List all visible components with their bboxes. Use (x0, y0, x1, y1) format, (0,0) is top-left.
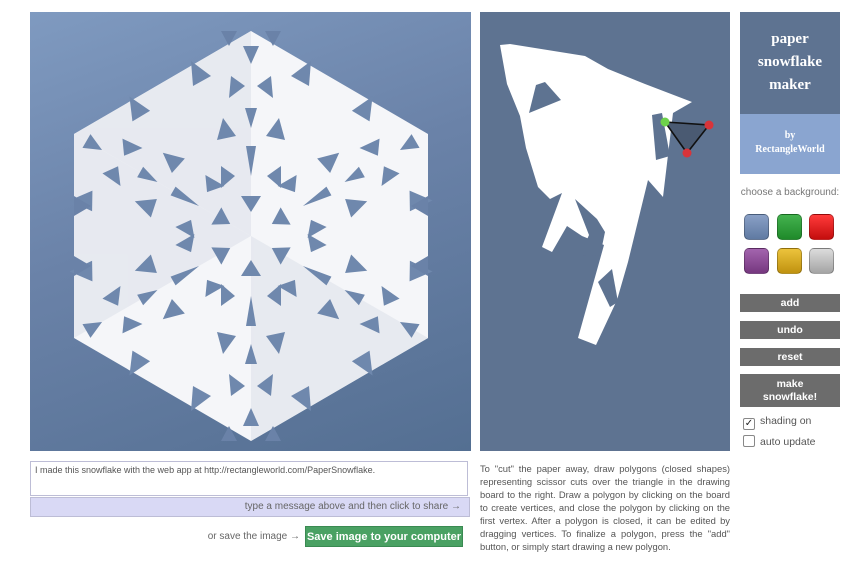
reset-button[interactable]: reset (740, 348, 840, 366)
auto-update-option[interactable]: auto update (743, 435, 815, 448)
save-hint: or save the image → (207, 531, 300, 542)
byline[interactable]: by RectangleWorld (740, 114, 840, 174)
paper-wedge (500, 44, 714, 345)
app-title: paper snowflake maker (740, 12, 840, 114)
title-line: snowflake (757, 54, 823, 70)
make-snowflake-button[interactable]: make snowflake! (740, 374, 840, 407)
background-label: choose a background: (740, 187, 840, 198)
share-button[interactable]: type a message above and then click to s… (30, 497, 470, 517)
swatch-gold[interactable] (777, 248, 802, 274)
cut-polygon (663, 121, 711, 155)
title-line: paper (771, 31, 809, 47)
shading-option[interactable]: ✓ shading on (743, 415, 811, 430)
swatch-blue[interactable] (744, 214, 769, 240)
by-label: by (784, 130, 796, 141)
add-button[interactable]: add (740, 294, 840, 312)
shading-checkbox[interactable]: ✓ (743, 418, 755, 430)
swatch-gray[interactable] (809, 248, 834, 274)
undo-button[interactable]: undo (740, 321, 840, 339)
save-image-button[interactable]: Save image to your computer (305, 526, 463, 547)
swatch-green[interactable] (777, 214, 802, 240)
snowflake-image (56, 31, 446, 441)
shading-label: shading on (760, 415, 812, 427)
instructions-text: To "cut" the paper away, draw polygons (… (480, 463, 730, 552)
vertex-handle (682, 148, 692, 158)
drawing-board[interactable] (480, 12, 730, 451)
author-link[interactable]: RectangleWorld (740, 143, 840, 157)
swatch-purple[interactable] (744, 248, 769, 274)
vertex-handle (704, 120, 714, 130)
vertex-start-handle (660, 117, 670, 127)
auto-update-checkbox[interactable] (743, 435, 755, 447)
message-input[interactable]: I made this snowflake with the web app a… (30, 461, 468, 496)
title-line: maker (769, 77, 811, 93)
snowflake-display (30, 12, 471, 451)
swatch-red[interactable] (809, 214, 834, 240)
auto-update-label: auto update (760, 436, 816, 448)
